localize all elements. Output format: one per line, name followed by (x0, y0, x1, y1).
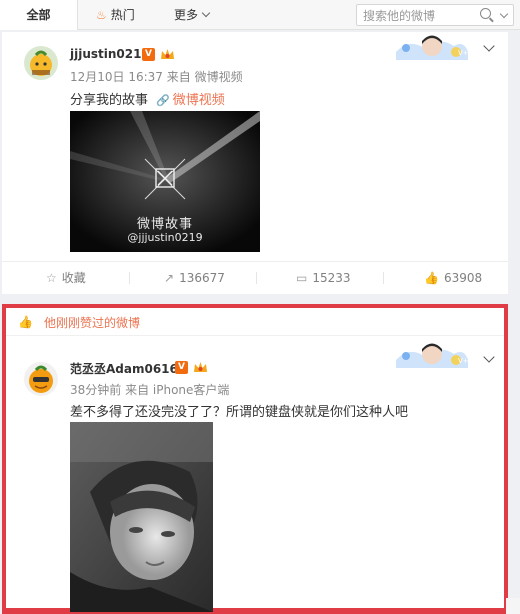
story-watermark-handle: @jjjustin0219 (127, 231, 203, 244)
repost-count: 136677 (179, 271, 225, 285)
comment-icon: ▭ (296, 271, 308, 285)
post-more-chevron-icon[interactable] (483, 351, 495, 363)
verified-badge-icon: V (142, 48, 155, 61)
tab-more[interactable]: 更多 (174, 0, 211, 30)
search-icon[interactable] (480, 8, 491, 19)
post-time-source: 38分钟前 来自 iPhone客户端 (70, 383, 230, 397)
username[interactable]: jjjustin0219 (70, 47, 150, 61)
favorite-button[interactable]: ☆ 收藏 (46, 268, 86, 288)
fan-banner-image[interactable]: V+ (394, 340, 470, 370)
page-scrollbar[interactable] (512, 30, 520, 614)
like-icon: 👍 (424, 271, 439, 285)
weibo-post-card-highlighted: 👍 他刚刚赞过的微博 范丞丞Adam0616 V 38分钟前 来自 iPhone… (2, 304, 508, 614)
search-box (356, 4, 514, 26)
favorite-label: 收藏 (61, 271, 86, 285)
vip-crown-icon (194, 362, 207, 372)
post-more-chevron-icon[interactable] (483, 40, 495, 52)
tab-all[interactable]: 全部 (0, 0, 78, 30)
like-count: 63908 (443, 271, 483, 285)
tab-hot[interactable]: ♨ 热门 (96, 0, 135, 30)
post-text: 差不多得了还没完没了了？所谓的键盘侠就是你们这种人吧 (70, 405, 409, 420)
svg-text:V+: V+ (458, 49, 469, 57)
username[interactable]: 范丞丞Adam0616 (70, 360, 178, 377)
avatar[interactable] (24, 46, 58, 80)
post-text: 分享我的故事 🔗 微博视频 (70, 89, 225, 108)
weibo-post-card: jjjustin0219 V 12月10日 16:37 来自 微博视频 分享我的… (2, 32, 508, 294)
vip-crown-icon (161, 49, 174, 59)
thumbs-up-icon: 👍 (18, 315, 33, 329)
story-video-thumbnail[interactable]: 微博故事 @jjjustin0219 (70, 111, 260, 252)
action-separator (383, 272, 384, 284)
star-icon: ☆ (46, 271, 57, 285)
liked-notice-bar: 👍 他刚刚赞过的微博 (6, 308, 504, 336)
flame-icon: ♨ (96, 8, 107, 22)
action-separator (129, 272, 130, 284)
post-text-body: 分享我的故事 (70, 93, 149, 108)
action-divider (2, 261, 508, 262)
chevron-down-icon (201, 8, 211, 18)
post-time-source: 12月10日 16:37 来自 微博视频 (70, 70, 243, 84)
corner-widget-icon[interactable] (506, 598, 520, 614)
repost-icon: ↗ (164, 271, 175, 285)
video-link-label: 微博视频 (172, 93, 225, 108)
like-button[interactable]: 👍 63908 (424, 268, 482, 288)
post-photo[interactable] (70, 422, 213, 612)
tab-hot-label: 热门 (110, 8, 135, 22)
search-dropdown-chevron-icon[interactable] (499, 9, 509, 19)
fan-banner-image[interactable]: V+ (394, 32, 470, 62)
svg-text:V+: V+ (458, 357, 469, 365)
verified-badge-icon: V (175, 361, 188, 374)
avatar[interactable] (24, 362, 58, 396)
comment-button[interactable]: ▭ 15233 (296, 268, 351, 288)
story-watermark-title: 微博故事 (136, 217, 193, 232)
tab-more-label: 更多 (174, 8, 199, 22)
action-separator (256, 272, 257, 284)
liked-notice-text: 他刚刚赞过的微博 (44, 316, 141, 330)
comment-count: 15233 (312, 271, 351, 285)
video-link[interactable]: 🔗 微博视频 (156, 93, 225, 108)
link-icon: 🔗 (156, 94, 170, 107)
repost-button[interactable]: ↗ 136677 (164, 268, 225, 288)
search-input[interactable] (357, 6, 477, 26)
profile-tab-bar: 全部 ♨ 热门 更多 (0, 0, 520, 30)
